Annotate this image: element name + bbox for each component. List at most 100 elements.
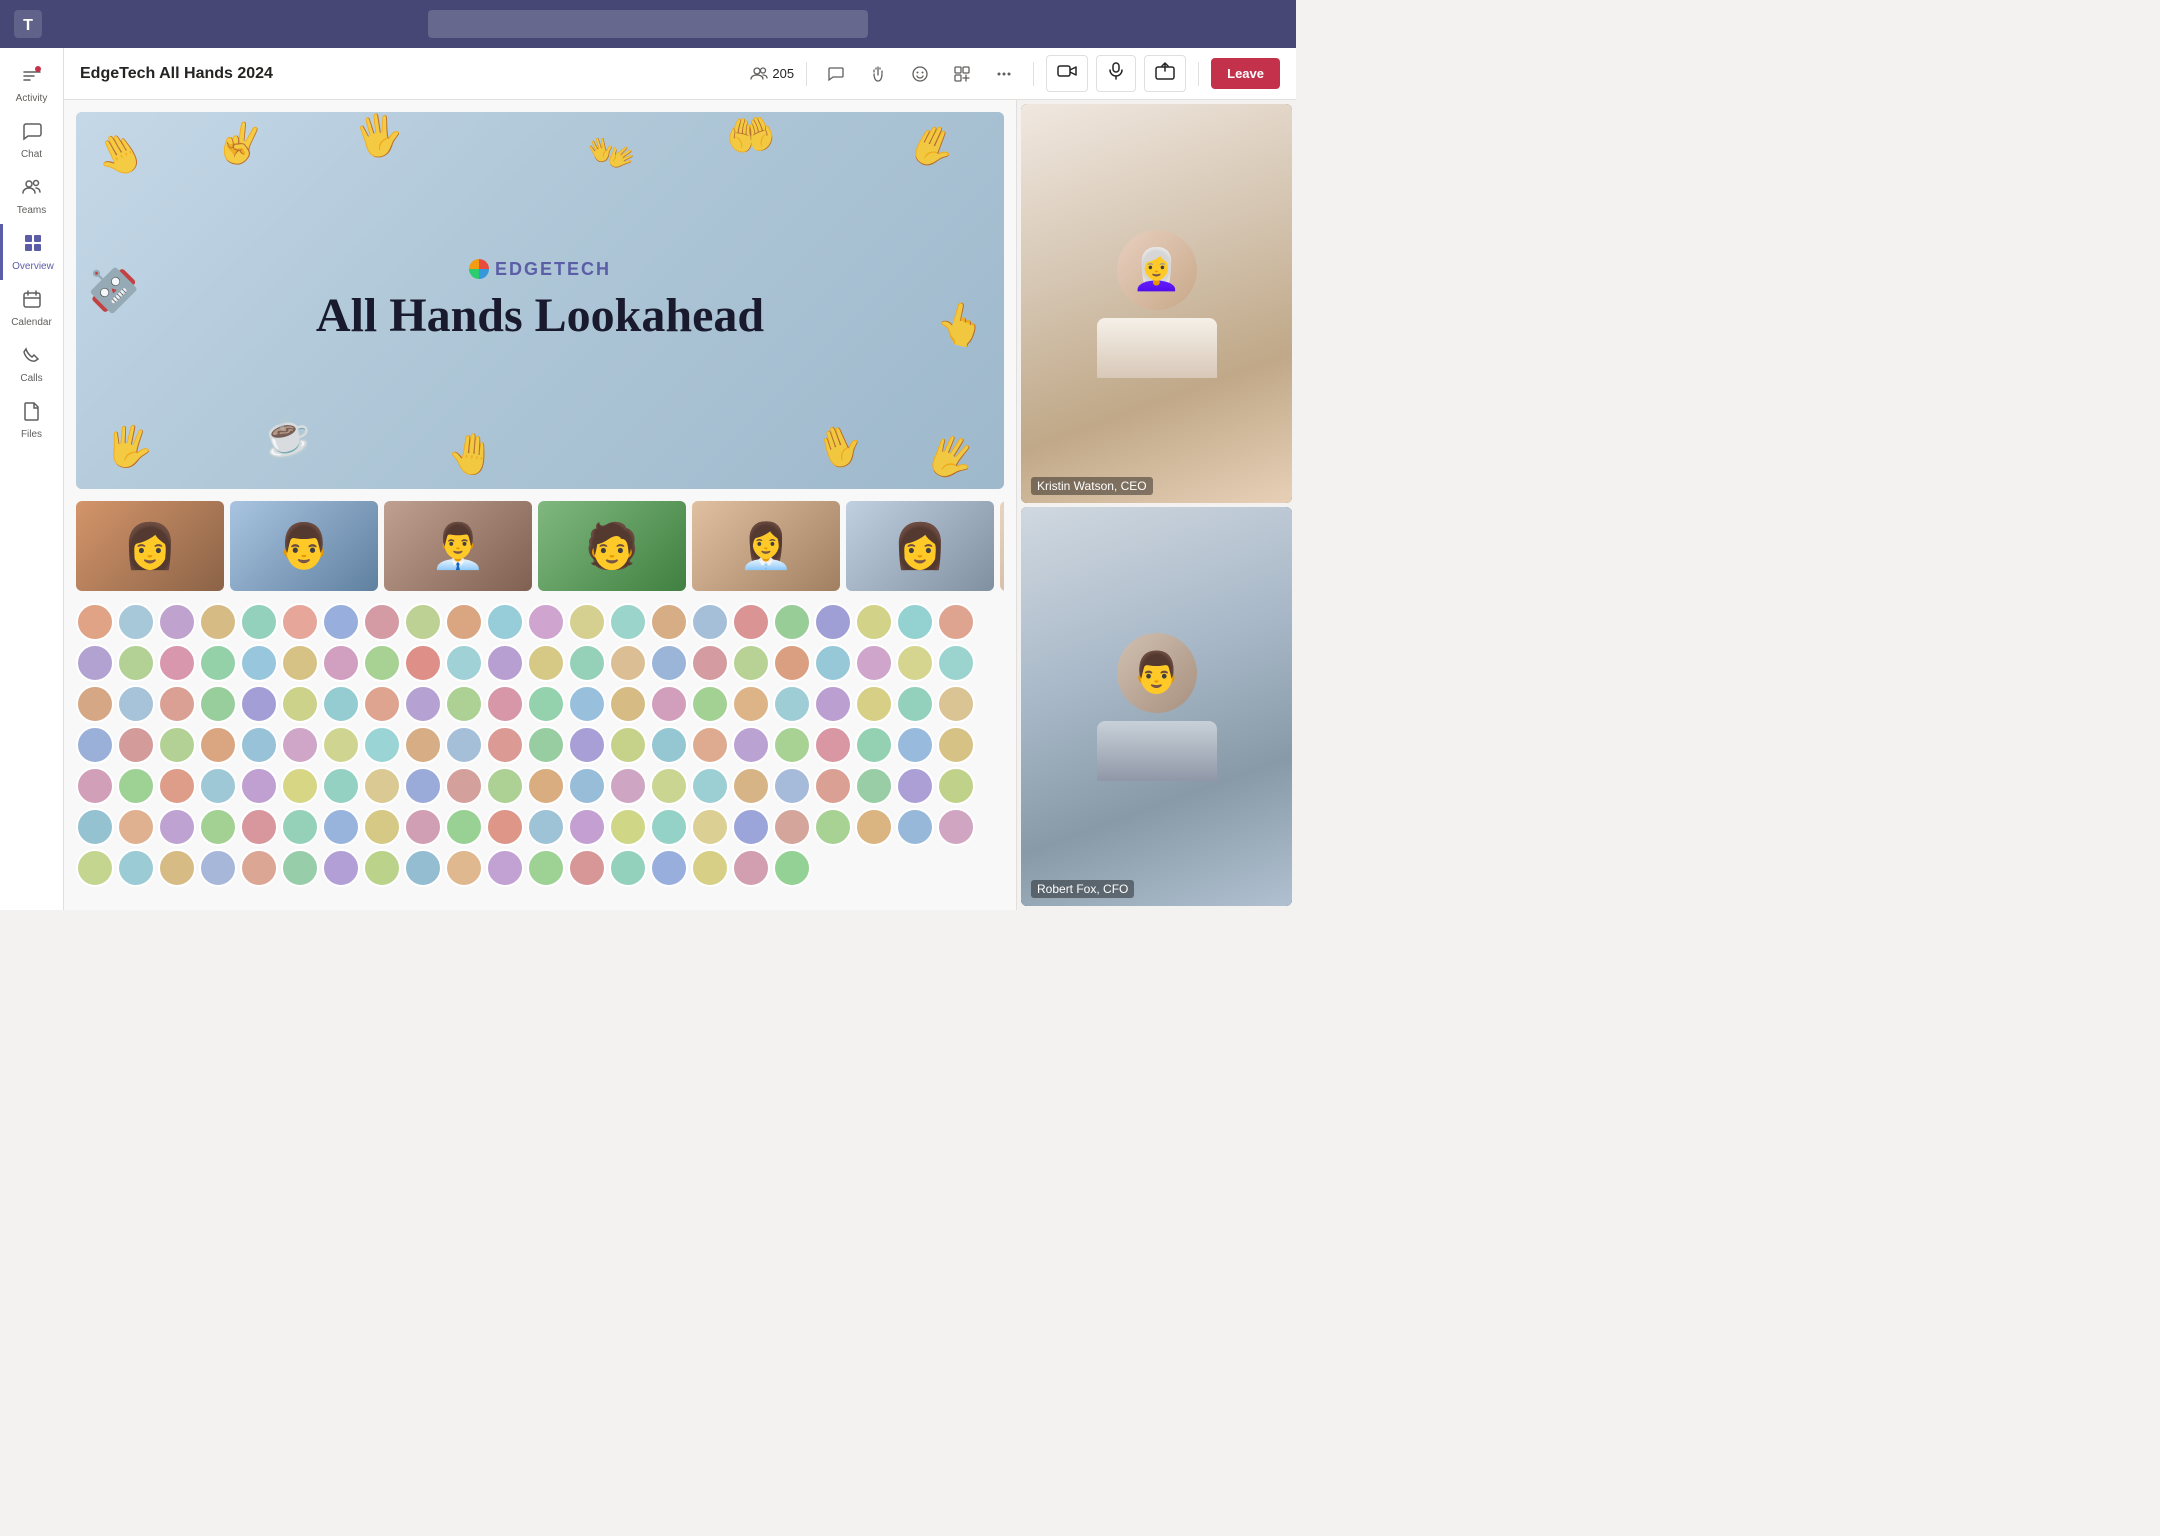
avatar-79[interactable]	[568, 726, 606, 764]
avatar-142[interactable]	[445, 849, 483, 887]
avatar-124[interactable]	[609, 808, 647, 846]
avatar-121[interactable]	[486, 808, 524, 846]
avatar-113[interactable]	[158, 808, 196, 846]
avatar-125[interactable]	[650, 808, 688, 846]
avatar-138[interactable]	[281, 849, 319, 887]
avatar-14[interactable]	[609, 603, 647, 641]
avatar-59[interactable]	[650, 685, 688, 723]
avatar-2[interactable]	[117, 603, 155, 641]
avatar-69[interactable]	[158, 726, 196, 764]
avatar-41[interactable]	[814, 644, 852, 682]
avatar-130[interactable]	[855, 808, 893, 846]
avatar-37[interactable]	[650, 644, 688, 682]
avatar-96[interactable]	[363, 767, 401, 805]
avatar-107[interactable]	[814, 767, 852, 805]
avatar-148[interactable]	[691, 849, 729, 887]
avatar-35[interactable]	[568, 644, 606, 682]
avatar-32[interactable]	[445, 644, 483, 682]
avatar-100[interactable]	[527, 767, 565, 805]
avatar-109[interactable]	[896, 767, 934, 805]
avatar-89[interactable]	[76, 767, 114, 805]
camera-button[interactable]	[1046, 55, 1088, 92]
sidebar-item-files[interactable]: Files	[0, 392, 63, 448]
avatar-114[interactable]	[199, 808, 237, 846]
avatar-13[interactable]	[568, 603, 606, 641]
avatar-9[interactable]	[404, 603, 442, 641]
avatar-82[interactable]	[691, 726, 729, 764]
avatar-51[interactable]	[322, 685, 360, 723]
avatar-104[interactable]	[691, 767, 729, 805]
participants-count[interactable]: 205	[750, 65, 794, 83]
avatar-34[interactable]	[527, 644, 565, 682]
participant-thumb-6[interactable]: 👩	[846, 501, 994, 591]
avatar-29[interactable]	[322, 644, 360, 682]
avatar-149[interactable]	[732, 849, 770, 887]
more-options-button[interactable]	[987, 59, 1021, 89]
avatar-11[interactable]	[486, 603, 524, 641]
participant-thumb-7[interactable]: 👱‍♀️	[1000, 501, 1004, 591]
avatar-101[interactable]	[568, 767, 606, 805]
avatar-73[interactable]	[322, 726, 360, 764]
avatar-49[interactable]	[240, 685, 278, 723]
avatar-16[interactable]	[691, 603, 729, 641]
avatar-131[interactable]	[896, 808, 934, 846]
avatar-7[interactable]	[322, 603, 360, 641]
avatar-88[interactable]	[937, 726, 975, 764]
avatar-24[interactable]	[117, 644, 155, 682]
avatar-111[interactable]	[76, 808, 114, 846]
avatar-85[interactable]	[814, 726, 852, 764]
avatar-62[interactable]	[773, 685, 811, 723]
avatar-4[interactable]	[199, 603, 237, 641]
avatar-58[interactable]	[609, 685, 647, 723]
mic-button[interactable]	[1096, 55, 1136, 92]
avatar-87[interactable]	[896, 726, 934, 764]
avatar-118[interactable]	[363, 808, 401, 846]
avatar-26[interactable]	[199, 644, 237, 682]
sidebar-item-overview[interactable]: Overview	[0, 224, 63, 280]
avatar-84[interactable]	[773, 726, 811, 764]
avatar-92[interactable]	[199, 767, 237, 805]
sidebar-item-calendar[interactable]: Calendar	[0, 280, 63, 336]
sidebar-item-activity[interactable]: Activity	[0, 56, 63, 112]
avatar-10[interactable]	[445, 603, 483, 641]
avatar-15[interactable]	[650, 603, 688, 641]
avatar-71[interactable]	[240, 726, 278, 764]
avatar-94[interactable]	[281, 767, 319, 805]
avatar-45[interactable]	[76, 685, 114, 723]
avatar-112[interactable]	[117, 808, 155, 846]
participant-thumb-1[interactable]: 👩	[76, 501, 224, 591]
avatar-60[interactable]	[691, 685, 729, 723]
avatar-5[interactable]	[240, 603, 278, 641]
avatar-127[interactable]	[732, 808, 770, 846]
avatar-95[interactable]	[322, 767, 360, 805]
avatar-36[interactable]	[609, 644, 647, 682]
avatar-76[interactable]	[445, 726, 483, 764]
avatar-126[interactable]	[691, 808, 729, 846]
avatar-48[interactable]	[199, 685, 237, 723]
avatar-19[interactable]	[814, 603, 852, 641]
avatar-98[interactable]	[445, 767, 483, 805]
avatar-55[interactable]	[486, 685, 524, 723]
avatar-123[interactable]	[568, 808, 606, 846]
sidebar-item-calls[interactable]: Calls	[0, 336, 63, 392]
sidebar-item-chat[interactable]: Chat	[0, 112, 63, 168]
avatar-132[interactable]	[937, 808, 975, 846]
participant-thumb-3[interactable]: 👨‍💼	[384, 501, 532, 591]
avatar-21[interactable]	[896, 603, 934, 641]
avatar-83[interactable]	[732, 726, 770, 764]
reactions-button[interactable]	[903, 59, 937, 89]
avatar-68[interactable]	[117, 726, 155, 764]
avatar-23[interactable]	[76, 644, 114, 682]
avatar-1[interactable]	[76, 603, 114, 641]
avatar-143[interactable]	[486, 849, 524, 887]
avatar-18[interactable]	[773, 603, 811, 641]
avatar-70[interactable]	[199, 726, 237, 764]
avatar-75[interactable]	[404, 726, 442, 764]
participant-thumb-2[interactable]: 👨	[230, 501, 378, 591]
participant-thumb-4[interactable]: 🧑	[538, 501, 686, 591]
avatar-39[interactable]	[732, 644, 770, 682]
avatar-27[interactable]	[240, 644, 278, 682]
avatar-80[interactable]	[609, 726, 647, 764]
avatar-38[interactable]	[691, 644, 729, 682]
avatar-22[interactable]	[937, 603, 975, 641]
